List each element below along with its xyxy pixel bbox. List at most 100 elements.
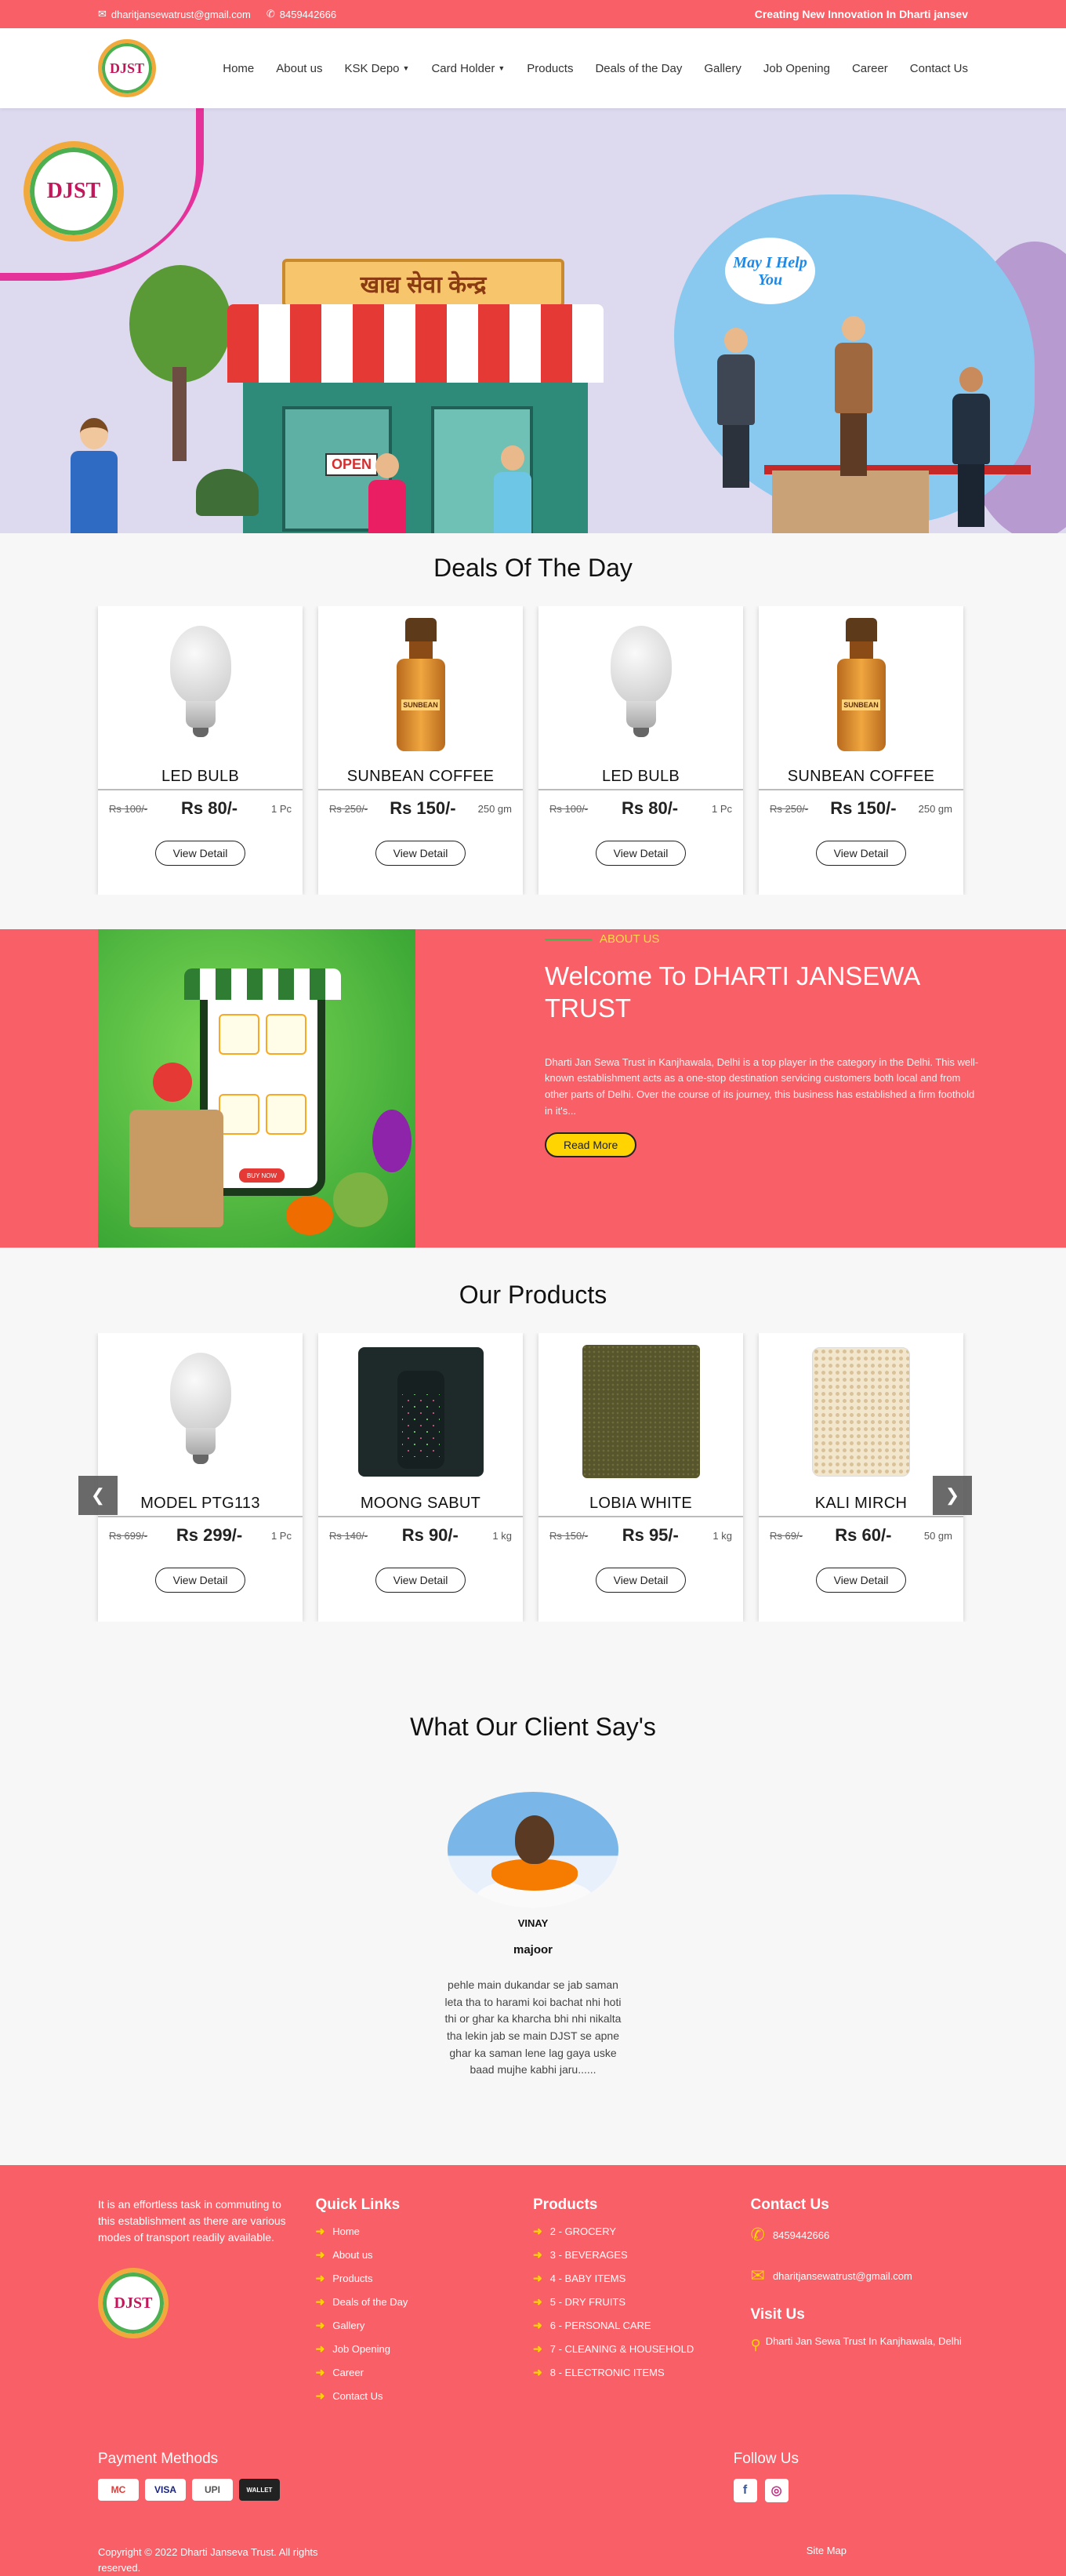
footer-link-gallery[interactable]: ➜ Gallery	[316, 2319, 534, 2332]
view-detail-button[interactable]: View Detail	[595, 1568, 687, 1593]
arrow-right-icon: ➜	[315, 2225, 325, 2238]
instagram-icon[interactable]: ◎	[764, 2479, 789, 2503]
payment-logos: MC VISA UPI WALLET	[98, 2479, 280, 2502]
phone-icon: ✆	[266, 8, 275, 20]
product-card[interactable]: LED BULB Rs 100/- Rs 80/- 1 Pc View Deta…	[98, 606, 303, 895]
person-head	[724, 328, 748, 353]
topbar-email[interactable]: ✉ dharitjansewatrust@gmail.com	[98, 8, 251, 20]
product-card[interactable]: SUNBEAN SUNBEAN COFFEE Rs 250/- Rs 150/-…	[318, 606, 523, 895]
nav-gallery[interactable]: Gallery	[704, 62, 741, 75]
arrow-right-icon: ➜	[315, 2272, 325, 2285]
price-row: Rs 100/- Rs 80/- 1 Pc	[538, 790, 743, 819]
product-image: SUNBEAN	[318, 606, 523, 763]
product-card[interactable]: MOONG SABUT Rs 140/- Rs 90/- 1 kg View D…	[318, 1333, 523, 1622]
nav-card-holder[interactable]: Card Holder ▼	[431, 62, 505, 75]
footer-link-about[interactable]: ➜ About us	[316, 2248, 534, 2262]
desk-illustration	[772, 471, 929, 533]
nav-contact[interactable]: Contact Us	[910, 62, 968, 75]
top-bar: ✉ dharitjansewatrust@gmail.com ✆ 8459442…	[0, 0, 1066, 28]
nav-about[interactable]: About us	[276, 62, 322, 75]
footer-link-deals[interactable]: ➜ Deals of the Day	[316, 2295, 534, 2309]
footer-products-col: Products ➜ 2 - GROCERY ➜ 3 - BEVERAGES ➜ 4 …	[533, 2196, 751, 2413]
view-detail-button[interactable]: View Detail	[815, 841, 907, 866]
footer-phone[interactable]: ✆ 8459442666	[751, 2225, 969, 2245]
footer-link-label: About us	[332, 2249, 373, 2262]
product-card[interactable]: LOBIA WHITE Rs 150/- Rs 95/- 1 kg View D…	[538, 1333, 743, 1622]
about-section: BUY NOW ABOUT US Welcome To DHARTI JANSE…	[0, 929, 1066, 1248]
products-cards: MODEL PTG113 Rs 699/- Rs 299/- 1 Pc View…	[0, 1333, 1066, 1622]
view-detail-button[interactable]: View Detail	[154, 1568, 246, 1593]
person-torso	[835, 343, 872, 413]
unit: 1 kg	[712, 1529, 732, 1542]
nav-home[interactable]: Home	[223, 62, 254, 75]
view-detail-button[interactable]: View Detail	[154, 841, 246, 866]
footer-logo[interactable]: DJST	[98, 2268, 169, 2339]
arrow-right-icon: ➜	[315, 2389, 325, 2403]
footer-link-label: Home	[332, 2225, 360, 2238]
product-card[interactable]: LED BULB Rs 100/- Rs 80/- 1 Pc View Deta…	[538, 606, 743, 895]
footer-link-contact[interactable]: ➜ Contact Us	[316, 2389, 534, 2403]
footer-category-label: 3 - BEVERAGES	[549, 2249, 628, 2262]
person-torso	[494, 472, 531, 533]
testimonials-section: What Our Client Say's VINAY majoor pehle…	[0, 1666, 1066, 2166]
nav-job-opening[interactable]: Job Opening	[763, 62, 830, 75]
tree-trunk	[172, 367, 187, 461]
footer-link-career[interactable]: ➜ Career	[316, 2366, 534, 2379]
carousel-next-button[interactable]: ❯	[933, 1476, 972, 1515]
price-row: Rs 699/- Rs 299/- 1 Pc	[98, 1517, 303, 1546]
product-image	[98, 606, 303, 763]
view-detail-button[interactable]: View Detail	[375, 841, 466, 866]
footer-category-label: 7 - CLEANING & HOUSEHOLD	[549, 2343, 694, 2356]
sitemap-link[interactable]: Site Map	[807, 2545, 847, 2575]
nav-career[interactable]: Career	[852, 62, 888, 75]
footer-category-link[interactable]: ➜ 3 - BEVERAGES	[533, 2248, 751, 2262]
nav-deals[interactable]: Deals of the Day	[595, 62, 682, 75]
footer-category-link[interactable]: ➜ 2 - GROCERY	[533, 2225, 751, 2238]
carousel-prev-button[interactable]: ❮	[78, 1476, 118, 1515]
footer-category-link[interactable]: ➜ 6 - PERSONAL CARE	[533, 2319, 751, 2332]
footer-link-home[interactable]: ➜ Home	[316, 2225, 534, 2238]
product-card[interactable]: MODEL PTG113 Rs 699/- Rs 299/- 1 Pc View…	[98, 1333, 303, 1622]
arrow-right-icon: ➜	[533, 2342, 542, 2356]
view-detail-button[interactable]: View Detail	[815, 1568, 907, 1593]
footer-bottom: Copyright © 2022 Dharti Janseva Trust. A…	[98, 2545, 968, 2575]
person-head	[501, 445, 524, 471]
person-head	[842, 316, 865, 341]
footer-link-job-opening[interactable]: ➜ Job Opening	[316, 2342, 534, 2356]
footer-category-link[interactable]: ➜ 4 - BABY ITEMS	[533, 2272, 751, 2285]
businessman-illustration	[717, 328, 755, 488]
arrow-right-icon: ➜	[533, 2225, 542, 2238]
footer-category-link[interactable]: ➜ 5 - DRY FRUITS	[533, 2295, 751, 2309]
coffee-bottle-image: SUNBEAN	[836, 618, 886, 751]
site-logo[interactable]: DJST	[98, 39, 156, 97]
footer-contact-col: Contact Us ✆ 8459442666 ✉ dharitjansewatru…	[751, 2196, 969, 2413]
product-image: SUNBEAN	[759, 606, 963, 763]
product-name: MODEL PTG113	[98, 1495, 303, 1517]
nav-ksk-depo[interactable]: KSK Depo ▼	[344, 62, 409, 75]
arrow-right-icon: ➜	[533, 2248, 542, 2262]
arrow-right-icon: ➜	[315, 2295, 325, 2309]
view-detail-button[interactable]: View Detail	[375, 1568, 466, 1593]
facebook-icon[interactable]: f	[733, 2479, 757, 2503]
shopper-illustration	[368, 453, 406, 533]
follow-us: Follow Us f ◎	[733, 2451, 799, 2503]
arrow-right-icon: ➜	[315, 2248, 325, 2262]
footer-category-link[interactable]: ➜ 8 - ELECTRONIC ITEMS	[533, 2366, 751, 2379]
product-card[interactable]: SUNBEAN SUNBEAN COFFEE Rs 250/- Rs 150/-…	[759, 606, 963, 895]
kicker-line	[545, 938, 592, 940]
nav-label: About us	[276, 61, 323, 75]
footer-link-products[interactable]: ➜ Products	[316, 2272, 534, 2285]
footer-email[interactable]: ✉ dharitjansewatrust@gmail.com	[751, 2265, 969, 2286]
unit: 1 Pc	[711, 802, 732, 815]
nav-label: Gallery	[704, 61, 741, 75]
arrow-right-icon: ➜	[315, 2342, 325, 2356]
read-more-button[interactable]: Read More	[545, 1132, 637, 1157]
footer-category-link[interactable]: ➜ 7 - CLEANING & HOUSEHOLD	[533, 2342, 751, 2356]
nav-products[interactable]: Products	[527, 62, 573, 75]
topbar-phone[interactable]: ✆ 8459442666	[266, 8, 336, 20]
view-detail-button[interactable]: View Detail	[595, 841, 687, 866]
bulb-image	[169, 626, 231, 743]
about-heading: Welcome To DHARTI JANSEWA TRUST	[545, 961, 919, 1023]
footer-products-title: Products	[533, 2196, 598, 2214]
person-legs	[840, 413, 867, 476]
